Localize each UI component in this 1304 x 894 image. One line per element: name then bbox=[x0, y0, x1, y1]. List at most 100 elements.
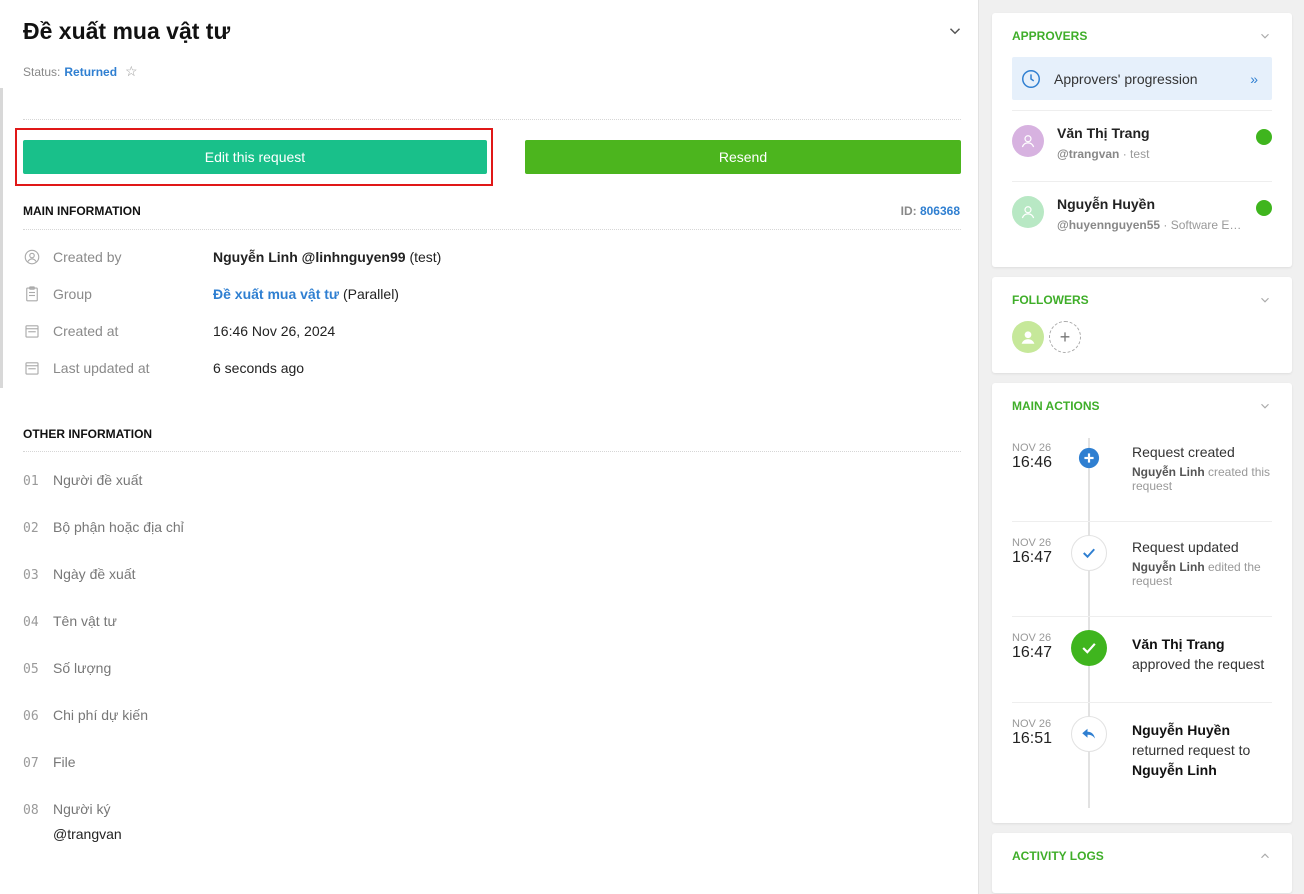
info-value: Đề xuất mua vật tư (Parallel) bbox=[213, 286, 399, 302]
id-value[interactable]: 806368 bbox=[920, 204, 960, 218]
field-number: 07 bbox=[23, 756, 39, 771]
request-id: ID: 806368 bbox=[901, 204, 960, 218]
info-row-created-by: Created by Nguyễn Linh @linhnguyen99 (te… bbox=[23, 247, 441, 267]
field-label: Bộ phận hoặc địa chỉ bbox=[53, 519, 184, 535]
approver-detail: · test bbox=[1119, 147, 1150, 161]
timeline-date: NOV 26 bbox=[1012, 718, 1052, 730]
action-text: approved the request bbox=[1132, 656, 1265, 672]
request-detail-panel: Đề xuất mua vật tư Status: Returned ☆ Ed… bbox=[0, 0, 979, 894]
action-text: returned request to bbox=[1132, 742, 1251, 758]
avatar bbox=[1012, 196, 1044, 228]
timeline-time: 16:46 bbox=[1012, 454, 1053, 471]
divider bbox=[23, 119, 961, 120]
progression-label: Approvers' progression bbox=[1054, 70, 1198, 87]
approver-handle: @huyennguyen55 bbox=[1057, 218, 1161, 232]
info-row-last-updated: Last updated at 6 seconds ago bbox=[23, 358, 304, 378]
actor-name[interactable]: Nguyễn Huyền bbox=[1132, 722, 1230, 738]
info-label: Created by bbox=[53, 249, 122, 265]
group-link[interactable]: Đề xuất mua vật tư bbox=[213, 286, 339, 302]
add-follower-button[interactable]: + bbox=[1049, 321, 1081, 353]
timeline-desc: Nguyễn Huyền returned request to Nguyễn Li… bbox=[1132, 720, 1282, 780]
timeline-title: Request created bbox=[1132, 444, 1235, 460]
chevron-down-icon[interactable] bbox=[1258, 293, 1272, 307]
approver-item[interactable]: Nguyễn Huyền @huyennguyen55 · Software E… bbox=[1012, 196, 1272, 256]
creator-suffix: (test) bbox=[405, 249, 442, 265]
status-badge: Returned bbox=[64, 64, 118, 79]
info-row-group: Group Đề xuất mua vật tư (Parallel) bbox=[23, 284, 399, 304]
approver-name: Nguyễn Huyền bbox=[1057, 196, 1156, 212]
chevron-down-icon[interactable] bbox=[1258, 29, 1272, 43]
edit-request-button[interactable]: Edit this request bbox=[23, 140, 487, 174]
field-label: Người đề xuất bbox=[53, 472, 143, 488]
plus-circle-icon bbox=[1071, 440, 1107, 476]
info-label: Last updated at bbox=[53, 360, 150, 376]
id-label: ID: bbox=[900, 204, 917, 218]
activity-logs-heading: ACTIVITY LOGS bbox=[1012, 849, 1104, 863]
approvers-heading: APPROVERS bbox=[1012, 29, 1088, 43]
field-number: 06 bbox=[23, 709, 39, 724]
timeline-date: NOV 26 bbox=[1012, 632, 1052, 644]
approver-meta: @trangvan · test bbox=[1057, 147, 1247, 161]
divider bbox=[1012, 702, 1272, 703]
activity-logs-card: ACTIVITY LOGS bbox=[992, 833, 1292, 893]
actor-name[interactable]: Nguyễn Linh bbox=[1132, 465, 1205, 479]
resend-button[interactable]: Resend bbox=[525, 140, 961, 174]
main-information-heading: MAIN INFORMATION bbox=[23, 204, 141, 218]
info-value: 6 seconds ago bbox=[213, 360, 305, 376]
approver-handle: @trangvan bbox=[1057, 147, 1120, 161]
field-label: Ngày đề xuất bbox=[53, 566, 136, 582]
actor-name[interactable]: Nguyễn Linh bbox=[1132, 560, 1205, 574]
approved-check-icon bbox=[1071, 630, 1107, 666]
main-actions-heading: MAIN ACTIONS bbox=[1012, 399, 1100, 413]
approval-status-dot bbox=[1256, 200, 1272, 216]
other-information-heading: OTHER INFORMATION bbox=[23, 427, 153, 441]
followers-heading: FOLLOWERS bbox=[1012, 293, 1089, 307]
info-row-created-at: Created at 16:46 Nov 26, 2024 bbox=[23, 321, 335, 341]
chevron-down-icon[interactable] bbox=[946, 22, 964, 40]
star-icon[interactable]: ☆ bbox=[125, 63, 138, 80]
divider bbox=[1012, 616, 1272, 617]
timeline-time: 16:47 bbox=[1012, 644, 1053, 661]
user-icon bbox=[1021, 135, 1035, 148]
creator-name[interactable]: Nguyễn Linh @linhnguyen99 bbox=[213, 249, 406, 265]
divider bbox=[23, 451, 961, 452]
status-label: Status: bbox=[23, 64, 61, 79]
actor-name[interactable]: Văn Thị Trang bbox=[1132, 636, 1225, 652]
timeline-time: 16:47 bbox=[1012, 549, 1053, 566]
divider bbox=[1012, 181, 1272, 182]
timeline-desc: Văn Thị Trang approved the request bbox=[1132, 634, 1282, 674]
info-value: Nguyễn Linh @linhnguyen99 (test) bbox=[213, 249, 441, 265]
field-value[interactable]: @trangvan bbox=[53, 826, 122, 842]
followers-card: FOLLOWERS + bbox=[992, 277, 1292, 373]
timeline-line bbox=[1088, 438, 1090, 808]
info-value: 16:46 Nov 26, 2024 bbox=[213, 323, 336, 339]
info-label: Created at bbox=[53, 323, 119, 339]
field-label: Chi phí dự kiến bbox=[53, 707, 148, 723]
approver-meta: @huyennguyen55 · Software Eng... bbox=[1057, 218, 1247, 232]
calendar-icon bbox=[25, 325, 39, 338]
reply-icon bbox=[1071, 716, 1107, 752]
timeline-title: Request updated bbox=[1132, 539, 1239, 555]
approvers-progression-button[interactable]: Approvers' progression » bbox=[1012, 57, 1272, 100]
page-title: Đề xuất mua vật tư bbox=[23, 18, 231, 44]
chevron-down-icon[interactable] bbox=[1258, 399, 1272, 413]
status-row: Status: Returned ☆ bbox=[23, 63, 138, 80]
calendar-icon bbox=[25, 362, 39, 375]
check-icon bbox=[1071, 535, 1107, 571]
timeline-desc: Nguyễn Linh created this request bbox=[1132, 465, 1277, 493]
field-label: File bbox=[53, 754, 76, 770]
left-edge-divider bbox=[0, 88, 3, 388]
approver-name: Văn Thị Trang bbox=[1057, 125, 1150, 141]
field-number: 04 bbox=[23, 615, 39, 630]
approvers-card: APPROVERS Approvers' progression » Văn T… bbox=[992, 13, 1292, 267]
approver-detail: · Software Eng... bbox=[1160, 218, 1247, 232]
chevron-up-icon[interactable] bbox=[1258, 849, 1272, 863]
double-chevron-right-icon: » bbox=[1250, 70, 1258, 87]
clipboard-icon bbox=[26, 286, 38, 302]
field-label: Tên vật tư bbox=[53, 613, 117, 629]
divider bbox=[1012, 110, 1272, 111]
field-number: 08 bbox=[23, 803, 39, 818]
target-name[interactable]: Nguyễn Linh bbox=[1132, 762, 1217, 778]
avatar[interactable] bbox=[1012, 321, 1044, 353]
approver-item[interactable]: Văn Thị Trang @trangvan · test bbox=[1012, 125, 1272, 185]
